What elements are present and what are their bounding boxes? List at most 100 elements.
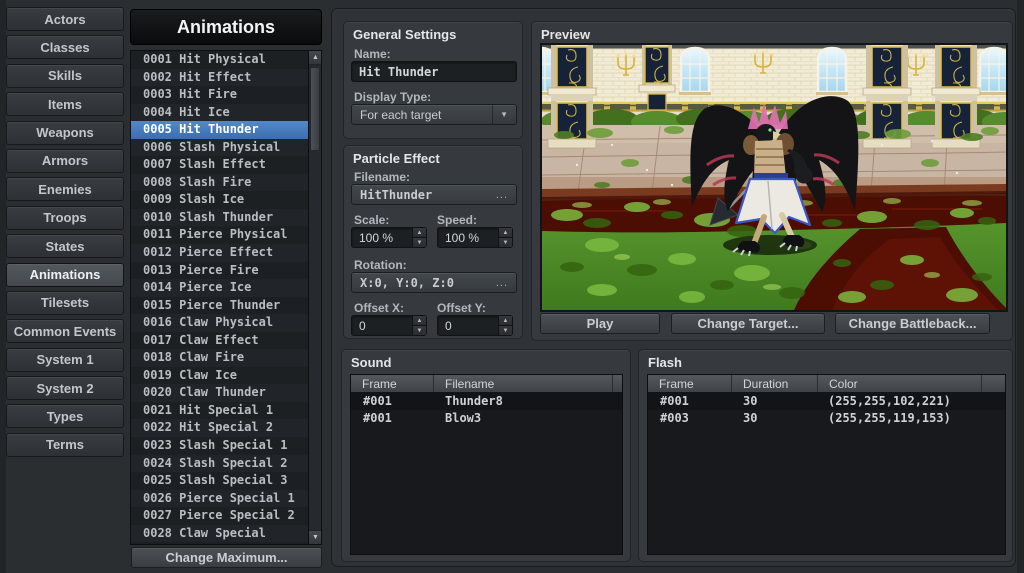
editor-pane: General Settings Name: Display Type: For…: [331, 8, 1016, 567]
sidebar-item-classes[interactable]: Classes: [6, 35, 124, 59]
sound-column-spare: [613, 375, 622, 392]
rotation-value: X:0, Y:0, Z:0: [360, 276, 454, 290]
sound-row[interactable]: #001Blow3: [351, 410, 622, 428]
sidebar-item-animations[interactable]: Animations: [6, 263, 124, 287]
browse-ellipsis-icon: ...: [490, 277, 508, 289]
play-button[interactable]: Play: [540, 313, 660, 334]
animation-list-title: Animations: [130, 9, 322, 45]
sidebar-item-troops[interactable]: Troops: [6, 206, 124, 230]
offset-y-up-icon[interactable]: ▲: [499, 316, 512, 326]
sidebar: Actors Classes Skills Items Weapons Armors Ene…: [6, 7, 124, 457]
animation-list-item-0011[interactable]: 0011 Pierce Physical: [131, 226, 309, 244]
speed-up-icon[interactable]: ▲: [499, 228, 512, 238]
rotation-picker[interactable]: X:0, Y:0, Z:0 ...: [351, 272, 517, 293]
sound-row[interactable]: #001Thunder8: [351, 392, 622, 410]
offset-x-down-icon[interactable]: ▼: [413, 326, 426, 335]
sound-body: #001Thunder8#001Blow3: [351, 392, 622, 427]
animation-list-item-0004[interactable]: 0004 Hit Ice: [131, 104, 309, 122]
speed-label: Speed:: [437, 213, 477, 227]
flash-row[interactable]: #00130(255,255,102,221): [648, 392, 1005, 410]
animation-list-item-0008[interactable]: 0008 Slash Fire: [131, 174, 309, 192]
change-target-button[interactable]: Change Target...: [671, 313, 825, 334]
change-battleback-label: Change Battleback...: [849, 316, 977, 331]
flash-group: Flash FrameDurationColor #00130(255,255,…: [638, 349, 1013, 562]
animation-list-item-0001[interactable]: 0001 Hit Physical: [131, 51, 309, 69]
sound-table[interactable]: FrameFilename #001Thunder8#001Blow3: [350, 374, 623, 555]
change-battleback-button[interactable]: Change Battleback...: [835, 313, 990, 334]
browse-ellipsis-icon: ...: [490, 189, 508, 201]
animation-listbox[interactable]: 0001 Hit Physical0002 Hit Effect0003 Hit…: [130, 50, 322, 545]
animation-list-item-0027[interactable]: 0027 Pierce Special 2: [131, 507, 309, 525]
animation-list-item-0025[interactable]: 0025 Slash Special 3: [131, 472, 309, 490]
animation-list-item-0024[interactable]: 0024 Slash Special 2: [131, 455, 309, 473]
flash-row[interactable]: #00330(255,255,119,153): [648, 410, 1005, 428]
animation-list-item-0012[interactable]: 0012 Pierce Effect: [131, 244, 309, 262]
sidebar-item-common-events[interactable]: Common Events: [6, 319, 124, 343]
general-settings-title: General Settings: [353, 27, 456, 42]
sidebar-item-armors[interactable]: Armors: [6, 149, 124, 173]
offset-x-value: 0: [352, 316, 412, 335]
animation-list-item-0018[interactable]: 0018 Claw Fire: [131, 349, 309, 367]
speed-value: 100 %: [438, 228, 498, 247]
scale-stepper[interactable]: 100 % ▲ ▼: [351, 227, 427, 248]
animation-list-item-0010[interactable]: 0010 Slash Thunder: [131, 209, 309, 227]
sidebar-item-enemies[interactable]: Enemies: [6, 177, 124, 201]
sidebar-item-types[interactable]: Types: [6, 404, 124, 428]
sidebar-item-items[interactable]: Items: [6, 92, 124, 116]
offset-x-stepper[interactable]: 0 ▲ ▼: [351, 315, 427, 336]
offset-x-up-icon[interactable]: ▲: [413, 316, 426, 326]
sound-title: Sound: [351, 355, 391, 370]
animation-list-item-0014[interactable]: 0014 Pierce Ice: [131, 279, 309, 297]
filename-picker[interactable]: HitThunder ...: [351, 184, 517, 205]
scrollbar-down-button[interactable]: ▼: [309, 530, 322, 544]
speed-down-icon[interactable]: ▼: [499, 238, 512, 247]
sidebar-item-tilesets[interactable]: Tilesets: [6, 291, 124, 315]
animation-list-item-0021[interactable]: 0021 Hit Special 1: [131, 402, 309, 420]
particle-effect-title: Particle Effect: [353, 151, 440, 166]
offset-y-stepper[interactable]: 0 ▲ ▼: [437, 315, 513, 336]
animation-list-item-0019[interactable]: 0019 Claw Ice: [131, 367, 309, 385]
flash-body: #00130(255,255,102,221)#00330(255,255,11…: [648, 392, 1005, 427]
animation-list-item-0013[interactable]: 0013 Pierce Fire: [131, 262, 309, 280]
flash-table[interactable]: FrameDurationColor #00130(255,255,102,22…: [647, 374, 1006, 555]
sidebar-item-states[interactable]: States: [6, 234, 124, 258]
name-input[interactable]: [351, 61, 517, 82]
animation-list-item-0003[interactable]: 0003 Hit Fire: [131, 86, 309, 104]
animation-list-item-0005[interactable]: 0005 Hit Thunder: [131, 121, 309, 139]
sidebar-item-system-2[interactable]: System 2: [6, 376, 124, 400]
animation-list-item-0002[interactable]: 0002 Hit Effect: [131, 69, 309, 87]
animation-list-item-0009[interactable]: 0009 Slash Ice: [131, 191, 309, 209]
flash-column-frame[interactable]: Frame: [648, 375, 731, 392]
animation-list: 0001 Hit Physical0002 Hit Effect0003 Hit…: [131, 51, 309, 542]
scrollbar-thumb[interactable]: [310, 67, 320, 151]
animation-list-item-0007[interactable]: 0007 Slash Effect: [131, 156, 309, 174]
sound-column-filename[interactable]: Filename: [434, 375, 612, 392]
animation-list-scrollbar[interactable]: ▲ ▼: [308, 51, 321, 544]
change-target-label: Change Target...: [698, 316, 799, 331]
animation-list-item-0026[interactable]: 0026 Pierce Special 1: [131, 490, 309, 508]
flash-column-duration[interactable]: Duration: [732, 375, 817, 392]
sound-column-frame[interactable]: Frame: [351, 375, 433, 392]
display-type-select[interactable]: For each target ▼: [351, 104, 517, 125]
change-maximum-button[interactable]: Change Maximum...: [131, 547, 322, 568]
sidebar-item-terms[interactable]: Terms: [6, 433, 124, 457]
animation-list-item-0017[interactable]: 0017 Claw Effect: [131, 332, 309, 350]
animation-list-item-0022[interactable]: 0022 Hit Special 2: [131, 419, 309, 437]
scale-label: Scale:: [354, 213, 389, 227]
scale-down-icon[interactable]: ▼: [413, 238, 426, 247]
sidebar-item-system-1[interactable]: System 1: [6, 348, 124, 372]
scrollbar-up-button[interactable]: ▲: [309, 51, 322, 65]
sidebar-item-weapons[interactable]: Weapons: [6, 121, 124, 145]
scale-up-icon[interactable]: ▲: [413, 228, 426, 238]
speed-stepper[interactable]: 100 % ▲ ▼: [437, 227, 513, 248]
animation-list-item-0023[interactable]: 0023 Slash Special 1: [131, 437, 309, 455]
offset-y-down-icon[interactable]: ▼: [499, 326, 512, 335]
animation-list-item-0015[interactable]: 0015 Pierce Thunder: [131, 297, 309, 315]
animation-list-item-0006[interactable]: 0006 Slash Physical: [131, 139, 309, 157]
animation-list-item-0020[interactable]: 0020 Claw Thunder: [131, 384, 309, 402]
flash-column-color[interactable]: Color: [818, 375, 981, 392]
animation-list-item-0028[interactable]: 0028 Claw Special: [131, 525, 309, 543]
sidebar-item-actors[interactable]: Actors: [6, 7, 124, 31]
sidebar-item-skills[interactable]: Skills: [6, 64, 124, 88]
animation-list-item-0016[interactable]: 0016 Claw Physical: [131, 314, 309, 332]
